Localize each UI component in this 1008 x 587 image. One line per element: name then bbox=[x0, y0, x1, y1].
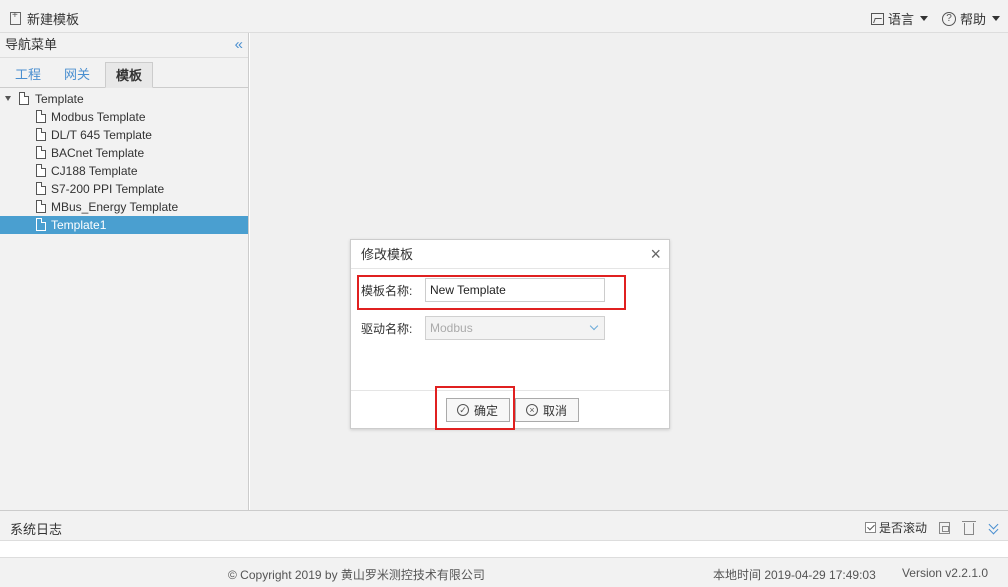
cancel-button[interactable]: × 取消 bbox=[515, 398, 579, 422]
tree-item-label: Template1 bbox=[51, 218, 107, 232]
cancel-circle-icon: × bbox=[526, 404, 538, 416]
tree-root[interactable]: Template bbox=[0, 90, 248, 108]
image-icon bbox=[870, 12, 884, 25]
language-label: 语言 bbox=[887, 12, 914, 27]
file-icon bbox=[36, 218, 46, 231]
driver-name-select[interactable]: Modbus bbox=[425, 316, 605, 340]
dialog-title-bar: 修改模板 × bbox=[351, 240, 669, 269]
driver-name-label: 驱动名称: bbox=[361, 321, 413, 336]
driver-name-row: 驱动名称: Modbus bbox=[361, 316, 605, 340]
language-menu[interactable]: 语言 bbox=[870, 9, 928, 28]
copyright-text: © Copyright 2019 by 黄山罗米测控技术有限公司 bbox=[228, 568, 485, 582]
file-icon bbox=[36, 128, 46, 141]
trash-icon[interactable] bbox=[962, 520, 976, 535]
caret-down-icon bbox=[919, 16, 928, 21]
caret-down-icon bbox=[992, 16, 1000, 21]
autoscroll-label: 是否滚动 bbox=[878, 521, 927, 535]
tree-item-label: BACnet Template bbox=[51, 146, 145, 160]
file-icon bbox=[19, 92, 29, 105]
dialog-footer: ✓ 确定 × 取消 bbox=[351, 390, 669, 428]
autoscroll-checkbox[interactable] bbox=[864, 522, 876, 533]
tree-item[interactable]: S7-200 PPI Template bbox=[0, 180, 248, 198]
help-icon: ? bbox=[941, 11, 956, 26]
system-log-title: 系统日志 bbox=[10, 522, 63, 537]
status-bar: © Copyright 2019 by 黄山罗米测控技术有限公司 本地时间 20… bbox=[0, 557, 1008, 587]
confirm-button[interactable]: ✓ 确定 bbox=[446, 398, 510, 422]
tree-item-label: CJ188 Template bbox=[51, 164, 138, 178]
driver-name-value: Modbus bbox=[430, 321, 473, 335]
template-name-label: 模板名称: bbox=[361, 283, 413, 298]
tree-item[interactable]: Modbus Template bbox=[0, 108, 248, 126]
confirm-label: 确定 bbox=[474, 403, 499, 418]
tree-item-label: MBus_Energy Template bbox=[51, 200, 179, 214]
tree-item[interactable]: BACnet Template bbox=[0, 144, 248, 162]
expand-arrow-icon[interactable] bbox=[5, 96, 11, 101]
system-log-area bbox=[0, 541, 1008, 557]
tree-item[interactable]: DL/T 645 Template bbox=[0, 126, 248, 144]
top-toolbar: 新建模板 语言 ? 帮助 bbox=[0, 0, 1008, 33]
help-label: 帮助 bbox=[959, 12, 986, 27]
collapse-sidebar-icon[interactable]: « bbox=[235, 33, 244, 57]
sidebar-header: 导航菜单 « bbox=[0, 33, 248, 58]
file-icon bbox=[36, 182, 46, 195]
save-log-icon[interactable] bbox=[939, 521, 950, 534]
tab-project[interactable]: 工程 bbox=[10, 62, 46, 88]
new-template-button[interactable]: 新建模板 bbox=[10, 9, 79, 28]
chevron-down-icon bbox=[586, 317, 604, 339]
close-icon[interactable]: × bbox=[650, 240, 661, 269]
dialog-title: 修改模板 bbox=[361, 247, 414, 262]
sidebar-title: 导航菜单 bbox=[5, 37, 58, 52]
new-template-label: 新建模板 bbox=[27, 12, 80, 27]
new-file-icon bbox=[10, 10, 21, 25]
tree-item-label: S7-200 PPI Template bbox=[51, 182, 165, 196]
file-icon bbox=[36, 110, 46, 123]
local-time: 本地时间 2019-04-29 17:49:03 bbox=[713, 568, 876, 582]
template-tree: Template Modbus Template DL/T 645 Templa… bbox=[0, 88, 248, 234]
tab-template[interactable]: 模板 bbox=[105, 62, 153, 88]
sidebar-tabs: 工程 网关 模板 bbox=[0, 58, 248, 88]
tree-item-label: Modbus Template bbox=[51, 110, 146, 124]
template-name-row: 模板名称: bbox=[361, 278, 605, 302]
tree-item-label: DL/T 645 Template bbox=[51, 128, 152, 142]
tree-item[interactable]: CJ188 Template bbox=[0, 162, 248, 180]
navigation-sidebar: 导航菜单 « 工程 网关 模板 Template Modbus Template… bbox=[0, 33, 249, 510]
file-icon bbox=[36, 164, 46, 177]
file-icon bbox=[36, 146, 46, 159]
tree-item[interactable]: MBus_Energy Template bbox=[0, 198, 248, 216]
file-icon bbox=[36, 200, 46, 213]
edit-template-dialog: 修改模板 × 模板名称: 驱动名称: Modbus ✓ 确定 × 取消 bbox=[350, 239, 670, 429]
tree-root-label: Template bbox=[35, 92, 84, 106]
help-menu[interactable]: ? 帮助 bbox=[941, 9, 1000, 28]
tab-gateway[interactable]: 网关 bbox=[59, 62, 95, 88]
version-text: Version v2.2.1.0 bbox=[901, 566, 988, 580]
tree-item-selected[interactable]: Template1 bbox=[0, 216, 248, 234]
system-log-bar: 系统日志 是否滚动 bbox=[0, 510, 1008, 541]
template-name-input[interactable] bbox=[425, 278, 605, 302]
double-chevron-down-icon[interactable] bbox=[988, 521, 1000, 535]
cancel-label: 取消 bbox=[543, 403, 568, 418]
check-circle-icon: ✓ bbox=[457, 404, 469, 416]
